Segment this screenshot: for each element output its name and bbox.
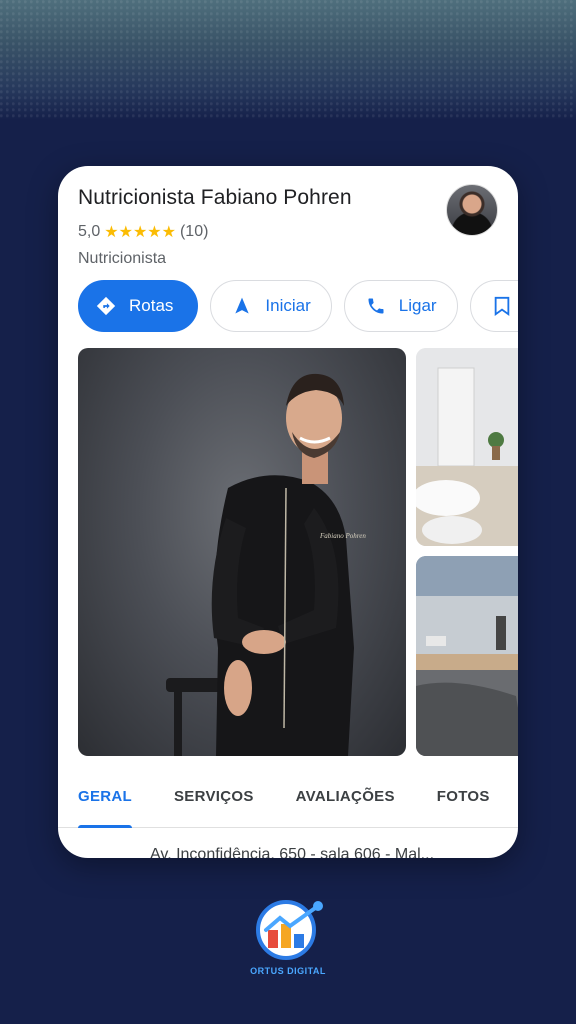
action-chips: Rotas Iniciar Ligar S <box>78 280 518 332</box>
place-title: Nutricionista Fabiano Pohren <box>78 186 352 209</box>
bookmark-icon <box>491 295 513 317</box>
start-button[interactable]: Iniciar <box>210 280 332 332</box>
tab-fotos[interactable]: FOTOS <box>437 766 490 828</box>
place-card: Nutricionista Fabiano Pohren 5,0 ★★★★★ (… <box>58 166 518 858</box>
directions-label: Rotas <box>129 296 174 315</box>
brand-name: ORTUS DIGITAL <box>250 966 326 976</box>
office-photo-2[interactable] <box>416 556 518 756</box>
portrait-illustration: Fabiano Pohren <box>166 373 366 756</box>
desk-illustration <box>416 556 518 756</box>
address-text: Av. Inconfidência, 650 - sala 606 - Mal.… <box>150 846 435 858</box>
main-photo[interactable]: Fabiano Pohren <box>78 348 406 756</box>
navigation-arrow-icon <box>231 295 253 317</box>
jacket-logo-text: Fabiano Pohren <box>319 532 366 540</box>
avatar[interactable] <box>446 184 498 236</box>
top-texture-band <box>0 0 576 120</box>
tab-servicos[interactable]: SERVIÇOS <box>174 766 254 828</box>
place-category: Nutricionista <box>78 250 167 267</box>
rating-row[interactable]: 5,0 ★★★★★ (10) <box>78 222 208 242</box>
rating-value: 5,0 <box>78 223 101 240</box>
star-icon: ★★★★★ <box>104 224 176 241</box>
phone-icon <box>365 295 387 317</box>
tab-geral[interactable]: GERAL <box>78 766 132 828</box>
save-button[interactable]: S <box>469 280 518 332</box>
room-illustration <box>416 348 518 546</box>
tab-bar: GERAL SERVIÇOS AVALIAÇÕES FOTOS <box>58 766 518 828</box>
ortus-logo-icon <box>254 896 326 962</box>
call-button[interactable]: Ligar <box>343 280 458 332</box>
directions-icon <box>95 295 117 317</box>
tab-avaliacoes[interactable]: AVALIAÇÕES <box>296 766 395 828</box>
office-photo-1[interactable] <box>416 348 518 546</box>
call-label: Ligar <box>398 296 437 315</box>
review-count: (10) <box>179 223 209 240</box>
directions-button[interactable]: Rotas <box>78 280 199 332</box>
start-label: Iniciar <box>265 296 311 315</box>
